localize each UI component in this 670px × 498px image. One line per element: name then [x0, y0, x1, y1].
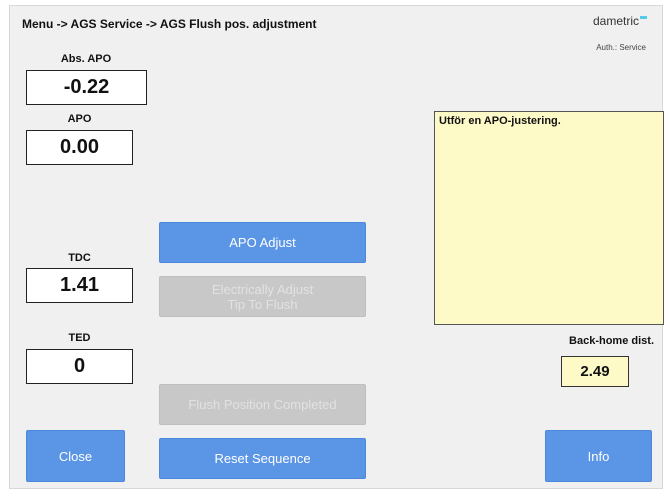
info-button[interactable]: Info: [545, 430, 652, 482]
ted-label: TED: [68, 332, 91, 344]
brand-mark-icon: [640, 16, 647, 19]
electrically-adjust-label: Electrically Adjust Tip To Flush: [211, 281, 314, 312]
ted-value: 0: [26, 349, 133, 384]
brand-logo: dametric: [593, 14, 647, 28]
apo-label: APO: [67, 113, 92, 125]
electrically-adjust-button[interactable]: Electrically Adjust Tip To Flush: [159, 276, 366, 317]
breadcrumb: Menu -> AGS Service -> AGS Flush pos. ad…: [22, 17, 317, 31]
abs-apo-label: Abs. APO: [60, 53, 112, 65]
apo-adjust-button[interactable]: APO Adjust: [159, 222, 366, 263]
apo-value: 0.00: [26, 130, 133, 165]
back-home-label: Back-home dist.: [569, 335, 654, 347]
close-button[interactable]: Close: [26, 430, 125, 482]
auth-level: Auth.: Service: [596, 43, 646, 52]
flush-position-completed-button[interactable]: Flush Position Completed: [159, 384, 366, 425]
brand-name: dametric: [592, 14, 639, 28]
back-home-value: 2.49: [561, 356, 629, 387]
message-panel: Utför en APO-justering.: [434, 111, 664, 325]
reset-sequence-button[interactable]: Reset Sequence: [159, 438, 366, 479]
tdc-value: 1.41: [26, 268, 133, 303]
message-text: Utför en APO-justering.: [439, 115, 561, 127]
service-screen: Menu -> AGS Service -> AGS Flush pos. ad…: [9, 5, 664, 489]
abs-apo-value: -0.22: [26, 70, 147, 105]
tdc-label: TDC: [68, 252, 91, 264]
